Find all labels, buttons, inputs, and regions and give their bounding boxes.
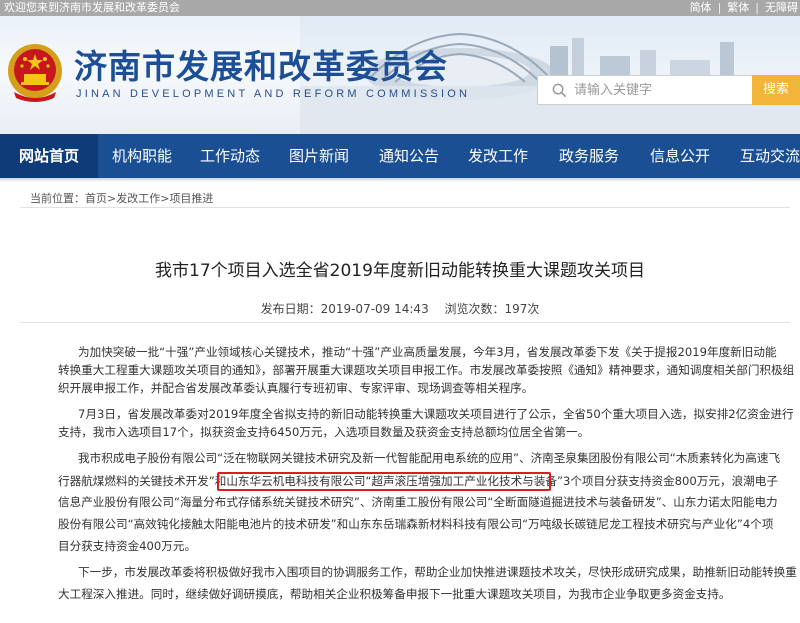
paragraph-line: 为加快突破一批“十强”产业领域核心关键技术，推动“十强”产业高质量发展，今年3月… [78, 345, 777, 359]
search-icon [552, 83, 567, 98]
breadcrumb-home-link[interactable]: 首页 [85, 192, 107, 205]
lang-simplified-link[interactable]: 简体 [690, 1, 712, 14]
paragraph-line: 行器航煤燃料的关键技术开发”和山东华云机电科技有限公司“超声滚压增强加工产业化技… [58, 474, 778, 488]
paragraph-line: 织开展申报工作，并配合省发展改革委认真履行专班初审、专家评审、现场调查等相关程序… [58, 381, 534, 395]
view-count: 浏览次数：197次 [444, 302, 540, 316]
nav-item-interaction[interactable]: 互动交流 [724, 134, 800, 178]
nav-item-disclosure[interactable]: 信息公开 [636, 134, 724, 178]
accessibility-link[interactable]: 无障碍 [765, 1, 798, 14]
welcome-text: 欢迎您来到济南市发展和改革委员会 [4, 1, 180, 14]
nav-shadow [0, 178, 800, 182]
publish-date: 发布日期：2019-07-09 14:43 [260, 302, 429, 316]
nav-item-photos[interactable]: 图片新闻 [274, 134, 364, 178]
paragraph-line: 下一步，市发展改革委将积极做好我市入围项目的协调服务工作，帮助企业加快推进课题技… [78, 565, 797, 579]
paragraph-line: 大工程深入推进。同时，继续做好调研摸底，帮助相关企业积极筹备申报下一批重大课题攻… [58, 587, 731, 601]
article-title: 我市17个项目入选全省2019年度新旧动能转换重大课题攻关项目 [155, 261, 645, 281]
nav-item-home[interactable]: 网站首页 [0, 134, 98, 178]
paragraph-line: 目分获支持资金400万元。 [58, 539, 197, 553]
breadcrumb-reform-work-link[interactable]: 发改工作 [116, 192, 160, 205]
lang-traditional-link[interactable]: 繁体 [727, 1, 749, 14]
article-meta: 发布日期：2019-07-09 14:43 浏览次数：197次 [0, 300, 800, 317]
search-box [537, 75, 752, 105]
paragraph-line: 股份有限公司“高效钝化接触太阳能电池片的技术研发”和山东东岳瑞森新材料科技有限公… [58, 517, 774, 531]
nav-item-reform-work[interactable]: 发改工作 [454, 134, 542, 178]
main-nav: 网站首页 机构职能 工作动态 图片新闻 通知公告 发改工作 政务服务 信息公开 … [0, 134, 800, 178]
paragraph-line: 转换重大工程重大课题攻关项目的通知》，部署开展重大课题攻关项目申报工作。市发展改… [58, 363, 795, 377]
paragraph-line: 信息产业股份有限公司“海量分布式存储系统关键技术研究”、济南重工股份有限公司“全… [58, 495, 778, 509]
paragraph-line: 我市积成电子股份有限公司“泛在物联网关键技术研究及新一代智能配用电系统的应用”、… [78, 451, 781, 465]
nav-item-notices[interactable]: 通知公告 [364, 134, 454, 178]
breadcrumb-label: 当前位置： [30, 192, 85, 205]
language-links: 简体 | 繁体 | 无障碍 [689, 1, 798, 14]
nav-item-news[interactable]: 工作动态 [186, 134, 274, 178]
site-subtitle: JINAN DEVELOPMENT AND REFORM COMMISSION [76, 88, 471, 100]
paragraph-line: 7月3日，省发展改革委对2019年度全省拟支持的新旧动能转换重大课题攻关项目进行… [78, 407, 794, 421]
meta-divider [20, 322, 790, 323]
breadcrumb-divider [20, 207, 790, 208]
site-title: 济南市发展和改革委员会 [74, 47, 448, 86]
search-input[interactable] [574, 80, 746, 100]
nav-item-services[interactable]: 政务服务 [542, 134, 636, 178]
top-bar: 欢迎您来到济南市发展和改革委员会 简体 | 繁体 | 无障碍 [0, 0, 800, 16]
paragraph-line: 支持，我市入选项目17个，拟获资金支持6450万元，入选项目数量及获资金支持总额… [58, 425, 590, 439]
breadcrumb-separator: > [107, 192, 117, 205]
search-button[interactable]: 搜索 [752, 75, 800, 105]
breadcrumb: 当前位置：首页>发改工作>项目推进 [30, 190, 213, 206]
breadcrumb-project-link[interactable]: 项目推进 [169, 192, 213, 205]
nav-item-functions[interactable]: 机构职能 [98, 134, 186, 178]
national-emblem-icon [8, 44, 62, 102]
